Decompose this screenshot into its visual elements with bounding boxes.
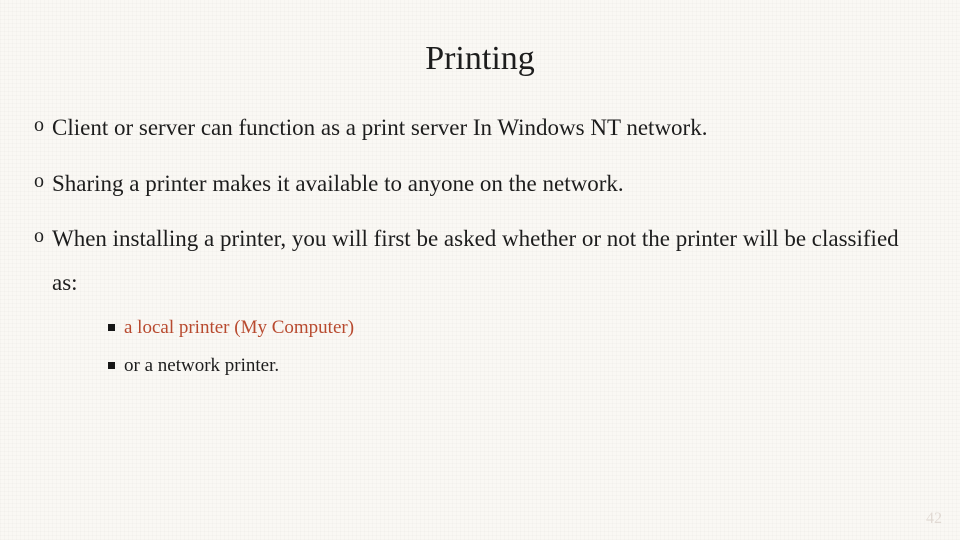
sub-bullet-item: or a network printer. — [108, 347, 926, 385]
bullet-item: Sharing a printer makes it available to … — [34, 162, 926, 206]
sub-bullet-text: or a network printer. — [124, 355, 279, 376]
bullet-text: Sharing a printer makes it available to … — [52, 171, 624, 196]
sub-bullet-text: a local printer (My Computer) — [124, 317, 354, 338]
primary-list: Client or server can function as a print… — [34, 106, 926, 385]
page-number: 42 — [926, 510, 942, 528]
bullet-item: Client or server can function as a print… — [34, 106, 926, 150]
sub-bullet-item: a local printer (My Computer) — [108, 309, 926, 347]
bullet-text: Client or server can function as a print… — [52, 115, 707, 140]
bullet-text: When installing a printer, you will firs… — [52, 226, 899, 295]
secondary-list: a local printer (My Computer) or a netwo… — [108, 309, 926, 385]
slide-title: Printing — [34, 40, 926, 78]
bullet-item: When installing a printer, you will firs… — [34, 217, 926, 384]
slide: Printing Client or server can function a… — [0, 0, 960, 540]
